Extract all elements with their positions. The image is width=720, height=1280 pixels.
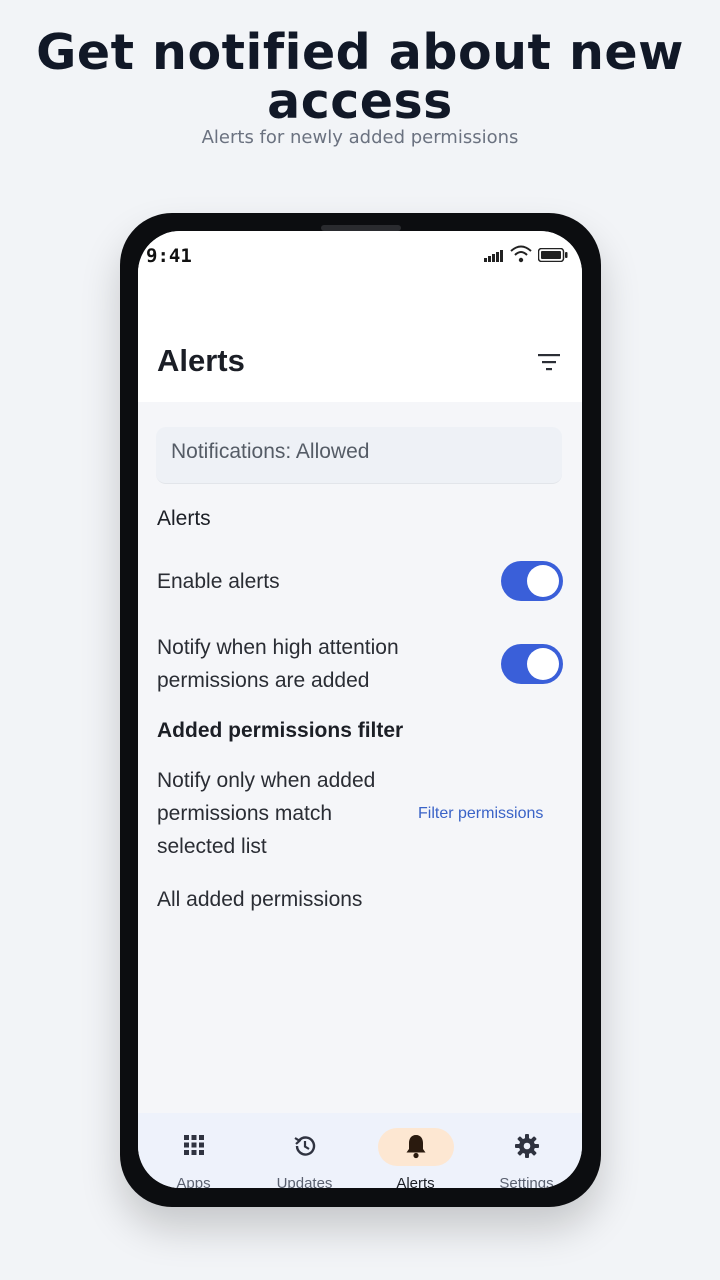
status-icons: [484, 245, 568, 267]
toggle-knob: [527, 648, 559, 680]
wifi-icon: [510, 245, 532, 267]
toggle-knob: [527, 565, 559, 597]
enable-alerts-label: Enable alerts: [157, 570, 280, 593]
notify-high-attention-line2: permissions are added: [157, 669, 370, 692]
promo-subheadline: Alerts for newly added permissions: [201, 127, 519, 148]
filter-description-line1: Notify only when added: [157, 769, 376, 792]
notifications-status-card[interactable]: Notifications: Allowed: [156, 427, 562, 484]
page-title: Alerts: [157, 343, 245, 378]
filter-permissions-link[interactable]: Filter permissions: [418, 805, 543, 823]
nav-label-apps: Apps: [176, 1175, 211, 1188]
alerts-section-heading: Alerts: [157, 507, 211, 530]
status-bar: 9:41: [138, 231, 582, 281]
status-time: 9:41: [146, 245, 192, 267]
promo-headline: Get notified about new access: [36, 24, 684, 130]
nav-item-apps[interactable]: Apps: [138, 1113, 249, 1188]
filter-current-value[interactable]: All added permissions: [157, 883, 362, 916]
filter-list-icon[interactable]: [536, 351, 562, 373]
gear-icon: [514, 1133, 540, 1163]
filter-description-line3: selected list: [157, 835, 267, 858]
battery-icon: [537, 247, 568, 266]
nav-label-settings: Settings: [499, 1175, 554, 1188]
filter-section-heading: Added permissions filter: [157, 719, 404, 742]
grid-icon: [182, 1133, 206, 1161]
app-bar: Alerts: [138, 281, 582, 402]
enable-alerts-toggle[interactable]: [501, 561, 563, 601]
notify-high-attention-toggle[interactable]: [501, 644, 563, 684]
nav-label-alerts: Alerts: [396, 1175, 435, 1188]
bottom-nav: Apps Updates Alerts Settings: [138, 1113, 582, 1188]
nav-item-alerts[interactable]: Alerts: [360, 1113, 471, 1188]
phone-screen: 9:41 Alerts Notifications: Allowed Alert…: [138, 231, 582, 1188]
nav-item-settings[interactable]: Settings: [471, 1113, 582, 1188]
notifications-status-text: Notifications: Allowed: [171, 440, 370, 463]
filter-description: Notify only when added permissions match…: [157, 764, 375, 863]
bell-icon: [404, 1133, 428, 1163]
signal-icon: [484, 247, 504, 266]
history-icon: [292, 1133, 318, 1163]
notify-high-attention-line1: Notify when high attention: [157, 636, 399, 659]
nav-item-updates[interactable]: Updates: [249, 1113, 360, 1188]
nav-label-updates: Updates: [276, 1175, 333, 1188]
filter-description-line2: permissions match: [157, 802, 333, 825]
notify-high-attention-label: Notify when high attention permissions a…: [157, 631, 399, 697]
